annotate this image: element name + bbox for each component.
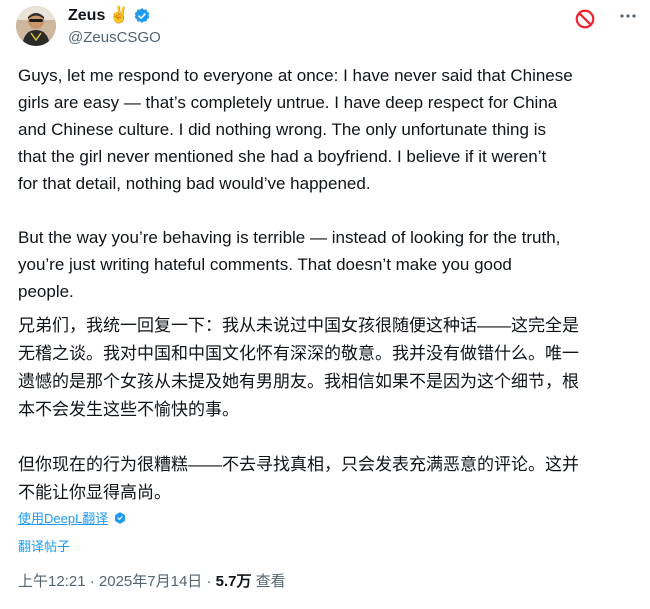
avatar-image [16, 6, 56, 46]
avatar[interactable] [16, 6, 56, 46]
tweet-date[interactable]: 2025年7月14日 [99, 573, 202, 590]
more-options-icon[interactable] [616, 4, 640, 28]
tweet-meta: 上午12:21 · 2025年7月14日 · 5.7万 查看 [18, 572, 286, 592]
deepl-translation-label[interactable]: 使用DeepL翻译 [18, 508, 108, 527]
block-icon[interactable] [574, 8, 596, 30]
author-name[interactable]: Zeus [68, 6, 105, 26]
tweet-body: Guys, let me respond to everyone at once… [18, 62, 638, 507]
author-handle[interactable]: @ZeusCSGO [68, 28, 161, 48]
tweet-paragraph-en-2: But the way you’re behaving is terrible … [18, 228, 561, 301]
tweet-paragraph-en-1: Guys, let me respond to everyone at once… [18, 66, 573, 193]
verified-badge-icon [134, 8, 150, 23]
translate-post-link[interactable]: 翻译帖子 [18, 536, 70, 555]
author-emoji: ✌️ [109, 7, 130, 24]
meta-separator: · [89, 573, 95, 590]
translation-provider-icon [115, 511, 126, 524]
views-count: 5.7万 [215, 573, 252, 590]
deepl-translation-link[interactable]: 使用DeepL翻译 [18, 508, 127, 527]
views-label: 查看 [255, 573, 286, 590]
tweet-paragraph-zh-2: 但你现在的行为很糟糕——不去寻找真相，只会发表充满恶意的评论。这并 不能让你显得… [18, 455, 579, 502]
tweet-time[interactable]: 上午12:21 [18, 573, 86, 590]
author-name-row[interactable]: Zeus ✌️ [68, 6, 151, 26]
tweet: Zeus ✌️ @ZeusCSGO Guys, let me respond t… [0, 0, 650, 609]
meta-separator: · [206, 573, 212, 590]
tweet-paragraph-zh-1: 兄弟们，我统一回复一下：我从未说过中国女孩很随便这种话——这完全是 无稽之谈。我… [18, 316, 579, 419]
